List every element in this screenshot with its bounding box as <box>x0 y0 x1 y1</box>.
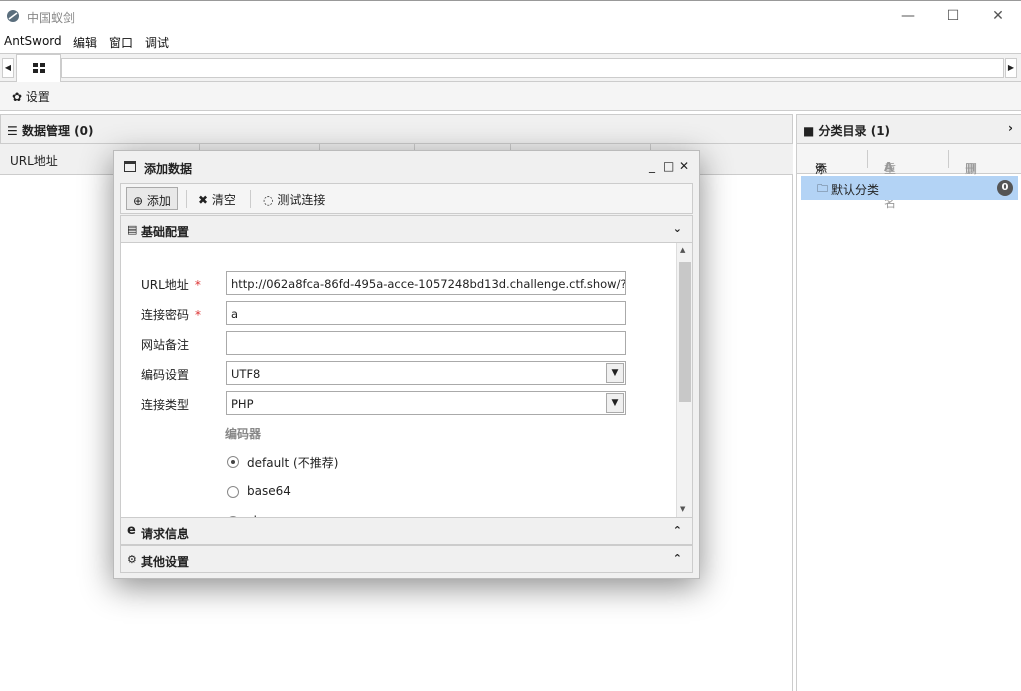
menu-debug[interactable]: 调试 <box>145 34 169 51</box>
toolbar-divider <box>948 150 949 168</box>
dialog-title: 添加数据 <box>144 162 193 176</box>
encoder-base64-radio[interactable] <box>227 486 239 498</box>
encoder-default-label[interactable]: default (不推荐) <box>247 454 338 471</box>
chevron-right-icon[interactable]: › <box>1008 121 1013 135</box>
scroll-up-arrow-icon[interactable]: ▲ <box>680 246 685 254</box>
required-mark: * <box>195 308 202 322</box>
chevron-up-icon: ⌃ <box>672 524 682 537</box>
plus-circle-icon: ⊕ <box>133 194 144 208</box>
category-item-default[interactable]: 🗀 默认分类 0 <box>801 176 1018 200</box>
data-panel-title: 数据管理 (0) <box>21 124 94 138</box>
antsword-logo-icon <box>7 10 19 22</box>
basic-config-title: 基础配置 <box>141 225 190 239</box>
connection-type-select[interactable]: PHP ▼ <box>226 391 626 415</box>
maximize-button[interactable]: ☐ <box>943 7 963 25</box>
dialog-toolbar: ⊕ 添加 ✖ 清空 ◌ 测试连接 <box>120 183 693 214</box>
encoding-row: 编码设置 UTF8 ▼ <box>121 361 681 385</box>
note-label: 网站备注 <box>141 338 190 352</box>
toolbar-divider <box>250 190 251 208</box>
scrollbar-thumb[interactable] <box>679 262 691 402</box>
settings-button[interactable]: ✿ 设置 <box>12 88 50 105</box>
note-row: 网站备注 <box>121 331 681 355</box>
document-icon: ▤ <box>127 223 138 236</box>
toolbar-divider <box>186 190 187 208</box>
clear-label: 清空 <box>211 193 236 207</box>
encoding-select[interactable]: UTF8 ▼ <box>226 361 626 385</box>
url-label: URL地址 <box>141 278 189 292</box>
window-title: 中国蚁剑 <box>27 11 76 25</box>
dialog-maximize-button[interactable]: □ <box>663 159 674 173</box>
test-connection-button[interactable]: ◌ 测试连接 <box>263 191 325 208</box>
encoding-label: 编码设置 <box>141 368 190 382</box>
connection-type-value: PHP <box>231 397 254 411</box>
scroll-down-arrow-icon[interactable]: ▼ <box>680 505 685 513</box>
test-connection-label: 测试连接 <box>277 193 326 207</box>
minimize-button[interactable]: — <box>898 7 918 25</box>
basic-config-section-header[interactable]: ▤ 基础配置 ⌄ <box>120 215 693 243</box>
close-icon: ✖ <box>198 193 209 207</box>
form-scrollbar[interactable]: ▲ ▼ <box>676 243 692 517</box>
menu-window[interactable]: 窗口 <box>109 34 133 51</box>
category-count-badge: 0 <box>997 180 1013 196</box>
password-input[interactable]: a <box>226 301 626 325</box>
clear-button[interactable]: ✖ 清空 <box>198 191 236 208</box>
encoder-label: 编码器 <box>225 427 262 441</box>
tab-home[interactable] <box>16 54 61 82</box>
add-label: 添加 <box>146 194 171 208</box>
note-input[interactable] <box>226 331 626 355</box>
close-button[interactable]: ✕ <box>988 7 1008 25</box>
tab-scroll-left-button[interactable]: ◀ <box>2 58 14 78</box>
category-panel-title: 分类目录 (1) <box>818 124 891 138</box>
connection-type-row: 连接类型 PHP ▼ <box>121 391 681 415</box>
data-panel-header: ☰ 数据管理 (0) <box>0 114 793 144</box>
password-label: 连接密码 <box>141 308 190 322</box>
menu-bar: AntSword 编辑 窗口 调试 <box>0 31 1021 53</box>
encoder-default-radio[interactable] <box>227 456 239 468</box>
window-titlebar: 中国蚁剑 — ☐ ✕ <box>0 0 1021 31</box>
url-input[interactable]: http://062a8fca-86fd-495a-acce-1057248bd… <box>226 271 626 295</box>
window-icon <box>124 161 136 172</box>
settings-label: 设置 <box>25 90 50 104</box>
other-settings-section-header[interactable]: ⚙ 其他设置 ⌃ <box>120 545 693 573</box>
folder-icon: ■ <box>803 124 815 138</box>
menu-edit[interactable]: 编辑 <box>73 34 97 51</box>
grid-icon <box>33 63 45 73</box>
tab-strip: ◀ ▶ <box>0 53 1021 82</box>
url-row: URL地址 * http://062a8fca-86fd-495a-acce-10… <box>121 271 681 295</box>
category-item-label: 默认分类 <box>831 183 880 197</box>
chevron-down-icon: ▼ <box>606 393 624 413</box>
connection-type-label: 连接类型 <box>141 398 190 412</box>
ie-icon: e <box>127 523 136 538</box>
gears-icon: ⚙ <box>127 553 137 566</box>
encoder-base64-label[interactable]: base64 <box>247 484 291 498</box>
other-settings-title: 其他设置 <box>141 555 190 569</box>
category-panel-header: ■ 分类目录 (1) › <box>796 114 1021 144</box>
basic-config-form: URL地址 * http://062a8fca-86fd-495a-acce-10… <box>120 243 693 517</box>
category-panel: ■ 分类目录 (1) › ⊕ 添加 A 重命名 ▥ 删除 🗀 默认分类 0 <box>796 114 1021 691</box>
dialog-close-button[interactable]: ✕ <box>679 159 689 173</box>
tab-scroll-right-button[interactable]: ▶ <box>1005 58 1017 78</box>
request-info-section-header[interactable]: e 请求信息 ⌃ <box>120 517 693 545</box>
chevron-down-icon: ▼ <box>606 363 624 383</box>
list-icon: ☰ <box>7 124 18 138</box>
add-data-dialog: 添加数据 _ □ ✕ ⊕ 添加 ✖ 清空 ◌ 测试连接 ▤ 基础配置 ⌄ URL… <box>113 150 700 579</box>
dialog-titlebar[interactable]: 添加数据 _ □ ✕ <box>114 151 699 183</box>
dialog-minimize-button[interactable]: _ <box>649 159 655 173</box>
chevron-up-icon: ⌃ <box>672 552 682 565</box>
password-row: 连接密码 * a <box>121 301 681 325</box>
add-button[interactable]: ⊕ 添加 <box>126 187 178 210</box>
menu-antsword[interactable]: AntSword <box>4 34 62 48</box>
required-mark: * <box>194 278 201 292</box>
folder-outline-icon: 🗀 <box>817 182 828 195</box>
chevron-down-icon: ⌄ <box>672 222 682 235</box>
spinner-icon: ◌ <box>263 193 274 207</box>
category-toolbar: ⊕ 添加 A 重命名 ▥ 删除 <box>797 144 1021 210</box>
request-info-title: 请求信息 <box>141 527 190 541</box>
gear-icon: ✿ <box>12 90 23 104</box>
main-toolbar: ✿ 设置 <box>0 82 1021 111</box>
encoding-value: UTF8 <box>231 367 261 381</box>
tab-area <box>61 58 1004 78</box>
toolbar-divider <box>867 150 868 168</box>
